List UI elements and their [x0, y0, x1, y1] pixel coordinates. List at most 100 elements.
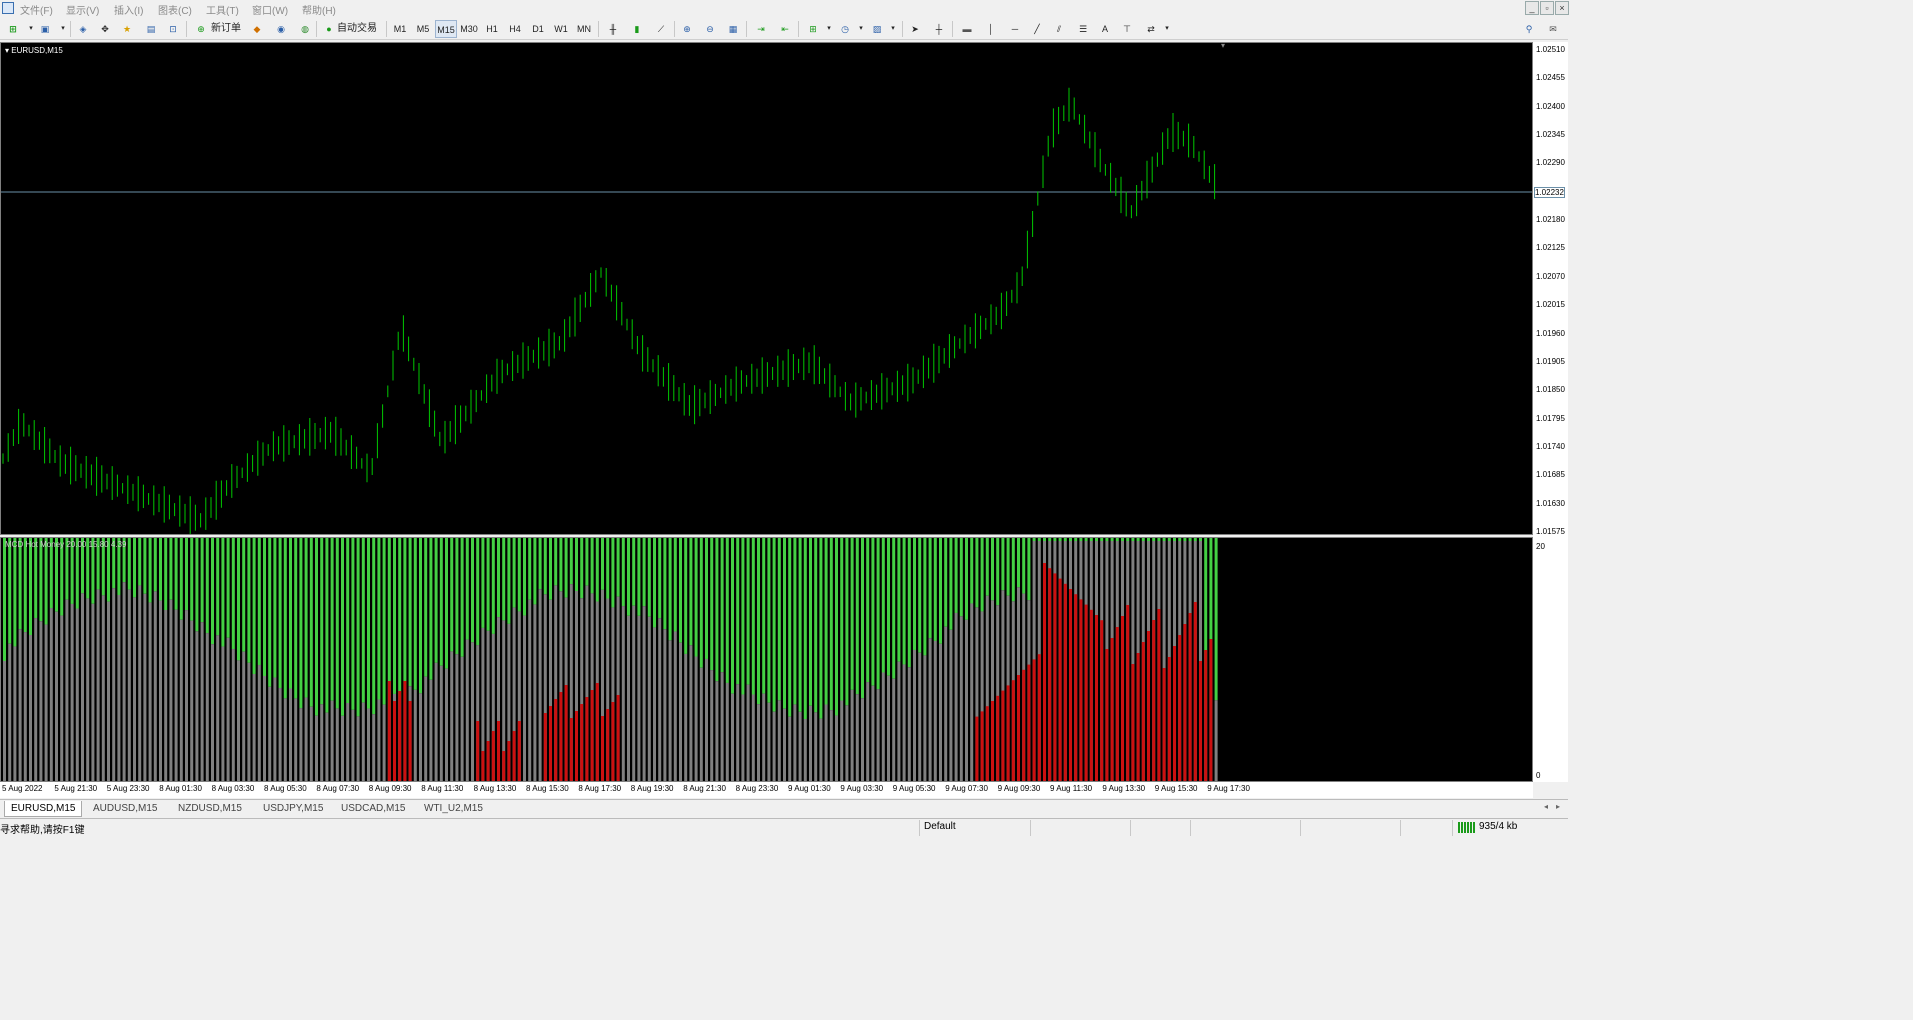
auto-trading-button[interactable]: 自动交易 — [334, 20, 380, 38]
channel-icon[interactable]: ⫽ — [1050, 20, 1068, 38]
timeframe-m30[interactable]: M30 — [458, 20, 480, 38]
timeframe-h1[interactable]: H1 — [481, 20, 503, 38]
new-chart-icon[interactable]: ⊞ — [4, 20, 22, 38]
indicator-green-bar — [351, 538, 355, 710]
market-icon[interactable]: ◍ — [296, 20, 314, 38]
indicator-green-bar — [465, 538, 469, 640]
tab-scroll-right-icon[interactable]: ▸ — [1556, 802, 1560, 811]
indicator-red-bar — [1209, 639, 1213, 781]
navigator-crosshair-icon[interactable]: ✥ — [96, 20, 114, 38]
timeframe-w1[interactable]: W1 — [550, 20, 572, 38]
tab-wti[interactable]: WTI_U2,M15 — [418, 801, 489, 817]
indicator-grey-bar — [112, 588, 116, 781]
indicator-green-bar — [289, 538, 292, 689]
indicator-green-bar — [569, 538, 573, 585]
chevron-down-icon[interactable]: ▾ — [884, 20, 902, 38]
menu-view[interactable]: 显示(V) — [66, 2, 99, 17]
menu-tools[interactable]: 工具(T) — [206, 2, 239, 17]
indicator-grey-bar — [263, 676, 266, 781]
indicator-grey-bar — [159, 600, 162, 781]
indicator-red-bar — [1095, 615, 1098, 781]
autoscroll-icon[interactable]: ⇥ — [752, 20, 770, 38]
chart-shift-icon[interactable]: ⇤ — [776, 20, 794, 38]
vertical-line-icon[interactable]: │ — [982, 20, 1000, 38]
indicator-green-bar — [559, 538, 563, 592]
timeframe-h4[interactable]: H4 — [504, 20, 526, 38]
indicator-grey-bar — [221, 646, 225, 781]
bar-chart-icon[interactable]: ╫ — [604, 20, 622, 38]
time-tick: 9 Aug 11:30 — [1050, 784, 1093, 793]
timeframe-m5[interactable]: M5 — [412, 20, 434, 38]
tab-audusd[interactable]: AUDUSD,M15 — [87, 801, 163, 817]
fibonacci-icon[interactable]: ☰ — [1074, 20, 1092, 38]
search-icon[interactable]: ⚲ — [1520, 20, 1538, 38]
terminal-icon[interactable]: ▤ — [142, 20, 160, 38]
indicator-green-bar — [138, 538, 142, 586]
horizontal-line-icon[interactable]: ─ — [1006, 20, 1024, 38]
price-chart[interactable]: ▾ EURUSD,M15 ▾ — [0, 41, 1533, 535]
restore-icon[interactable]: ▫ — [1540, 1, 1554, 15]
indicator-red-bar — [1178, 635, 1182, 781]
indicator-grey-bar — [460, 656, 464, 781]
indicator-grey-bar — [434, 662, 438, 781]
line-chart-icon[interactable]: ⟋ — [652, 20, 670, 38]
indicator-red-bar — [1157, 609, 1161, 781]
indicator-green-bar — [403, 538, 407, 703]
menu-insert[interactable]: 插入(I) — [114, 2, 143, 17]
indicator-grey-bar — [824, 704, 828, 781]
cursor-icon[interactable]: ➤ — [906, 20, 924, 38]
timeframe-mn[interactable]: MN — [573, 20, 595, 38]
indicator-red-bar — [1043, 563, 1046, 781]
close-icon[interactable]: × — [1555, 1, 1569, 15]
tab-nzdusd[interactable]: NZDUSD,M15 — [172, 801, 248, 817]
profile-name: Default — [924, 821, 956, 832]
tab-eurusd[interactable]: EURUSD,M15 — [4, 801, 83, 817]
trendline-icon[interactable]: ╱ — [1028, 20, 1046, 38]
menu-file[interactable]: 文件(F) — [20, 2, 53, 17]
minimize-icon[interactable]: _ — [1525, 1, 1539, 15]
candlestick-icon[interactable]: ▮ — [628, 20, 646, 38]
profiles-icon[interactable]: ▣ — [36, 20, 54, 38]
timeframe-m15[interactable]: M15 — [435, 20, 457, 38]
indicator-grey-bar — [944, 626, 948, 781]
zoom-out-icon[interactable]: ⊖ — [701, 20, 719, 38]
tab-usdjpy[interactable]: USDJPY,M15 — [257, 801, 329, 817]
toolbar: ⊞ ▾ ▣ ▾ ◈ ✥ ★ ▤ ⊡ ⊕ 新订单 ◆ ◉ ◍ ● 自动交易 M1 … — [0, 18, 1568, 40]
chat-icon[interactable]: ✉ — [1544, 20, 1562, 38]
menu-help[interactable]: 帮助(H) — [302, 2, 336, 17]
indicator-green-bar — [341, 538, 344, 716]
price-axis[interactable]: 1.02510 1.02455 1.02400 1.02345 1.02290 1.022… — [1533, 42, 1568, 782]
text-tool-icon[interactable]: A — [1096, 20, 1114, 38]
indicator-red-bar — [1032, 659, 1036, 781]
text-label-icon[interactable]: ⊤ — [1118, 20, 1136, 38]
tester-icon[interactable]: ⊡ — [164, 20, 182, 38]
menu-charts[interactable]: 图表(C) — [158, 2, 192, 17]
new-order-button[interactable]: 新订单 — [208, 20, 244, 38]
indicator-green-bar — [606, 538, 610, 599]
indicator-red-bar — [512, 731, 516, 781]
signals-icon[interactable]: ◉ — [272, 20, 290, 38]
indicator-green-bar — [653, 538, 656, 628]
indicator-green-bar — [1095, 538, 1098, 541]
crosshair-icon[interactable]: ┼ — [930, 20, 948, 38]
chevron-down-icon[interactable]: ▾ — [1158, 20, 1176, 38]
tab-usdcad[interactable]: USDCAD,M15 — [335, 801, 411, 817]
market-watch-icon[interactable]: ◈ — [74, 20, 92, 38]
metaeditor-icon[interactable]: ◆ — [248, 20, 266, 38]
indicator-green-bar — [689, 538, 693, 646]
favorites-star-icon[interactable]: ★ — [118, 20, 136, 38]
zoom-in-icon[interactable]: ⊕ — [678, 20, 696, 38]
indicator-red-bar — [1058, 578, 1062, 781]
timeframe-d1[interactable]: D1 — [527, 20, 549, 38]
tile-windows-icon[interactable]: ▦ — [724, 20, 742, 38]
indicator-grey-bar — [913, 649, 916, 781]
tab-scroll-left-icon[interactable]: ◂ — [1544, 802, 1548, 811]
rectangle-tool-icon[interactable]: ▬ — [958, 20, 976, 38]
time-axis[interactable]: 5 Aug 2022 5 Aug 21:30 5 Aug 23:30 8 Aug 01… — [0, 782, 1533, 798]
indicator-green-bar — [892, 538, 896, 679]
menu-window[interactable]: 窗口(W) — [252, 2, 288, 17]
indicator-green-bar — [1131, 538, 1135, 541]
indicator-window[interactable]: MCD Hot Money 20.00 15.80 4.39 — [0, 537, 1533, 782]
timeframe-m1[interactable]: M1 — [389, 20, 411, 38]
indicator-grey-bar — [621, 606, 625, 781]
